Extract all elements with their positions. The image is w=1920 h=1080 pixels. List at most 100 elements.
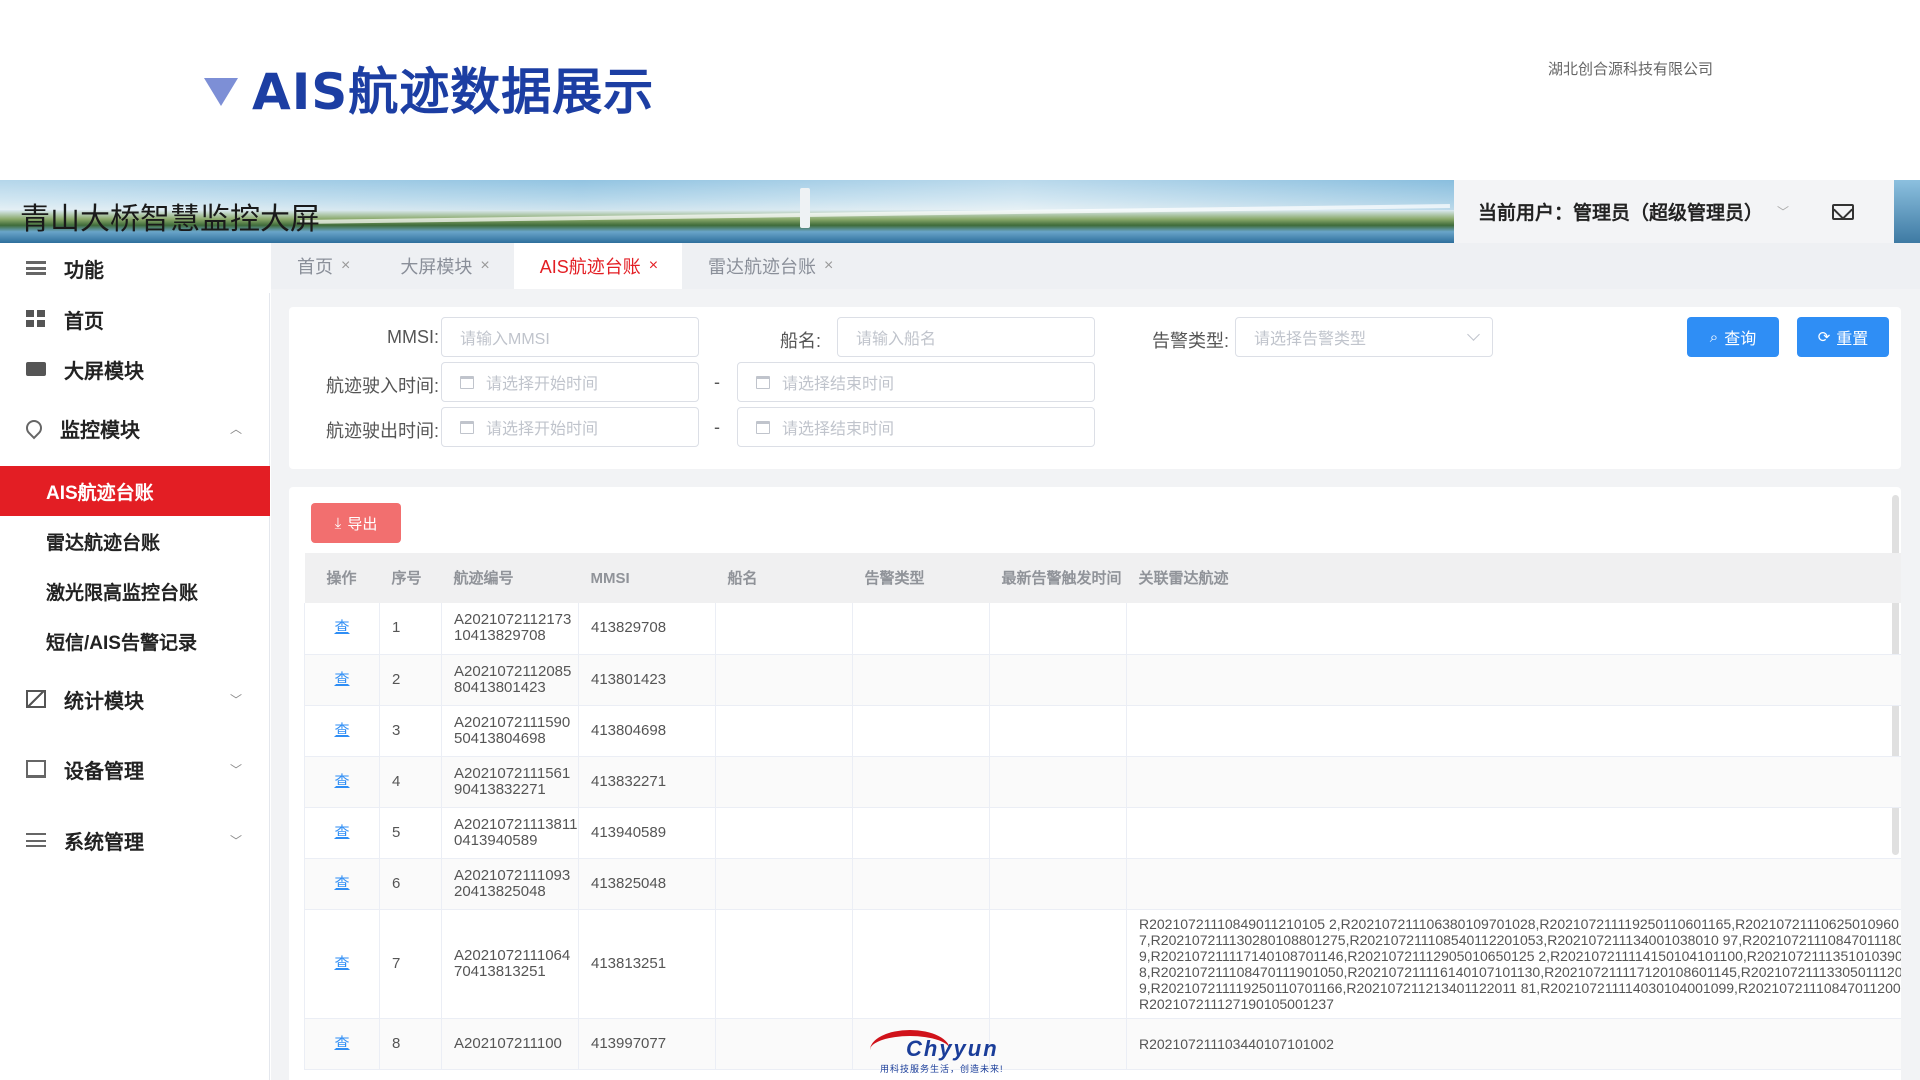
sidebar-item-functions[interactable]: 功能: [0, 243, 270, 293]
alarm-type-cell: [852, 807, 990, 859]
filter-panel: MMSI: 请输入MMSI 船名: 请输入船名 告警类型: 请选择告警类型 ⌕ 查…: [289, 307, 1901, 469]
mail-icon[interactable]: [1832, 204, 1854, 220]
table-panel: ⤓ 导出 操作 序号 航迹编号 MMSI 船名 告警类型 最新告警触发时间 关联…: [289, 487, 1901, 1080]
ship-name-input[interactable]: 请输入船名: [837, 317, 1095, 357]
ship-name-cell: [715, 756, 853, 808]
seq-cell: 5: [379, 807, 442, 859]
sidebar-item-ais-ledger[interactable]: AIS航迹台账: [0, 466, 270, 516]
reset-button[interactable]: ⟳ 重置: [1797, 317, 1889, 357]
seq-cell: 1: [379, 603, 442, 655]
sidebar-item-devices[interactable]: 设备管理 ﹀: [0, 744, 270, 794]
ship-name-cell: [715, 858, 853, 910]
alarm-time-cell: [989, 858, 1127, 910]
column-header: MMSI: [578, 553, 716, 603]
refresh-icon: ⟳: [1817, 329, 1831, 346]
mmsi-cell: 413804698: [578, 705, 716, 757]
ship-name-cell: [715, 705, 853, 757]
mmsi-label: MMSI:: [387, 327, 439, 347]
view-link[interactable]: 查: [334, 824, 349, 841]
monitor-icon: [26, 362, 46, 376]
alarm-type-cell: [852, 858, 990, 910]
location-icon: [22, 416, 46, 440]
alarm-time-cell: [989, 807, 1127, 859]
mmsi-cell: 413940589: [578, 807, 716, 859]
sidebar-item-big-screen[interactable]: 大屏模块: [0, 344, 270, 394]
track-id-cell: A202107211100: [441, 1018, 579, 1070]
in-time-label: 航迹驶入时间:: [325, 376, 439, 396]
tab-big-screen[interactable]: 大屏模块 ×: [374, 243, 513, 289]
track-id-cell: A202107211156190413832271: [441, 756, 579, 808]
chevron-up-icon: ︿: [229, 421, 242, 436]
tab-bar: 首页 × 大屏模块 × AIS航迹台账 × 雷达航迹台账 ×: [271, 243, 1920, 289]
export-button[interactable]: ⤓ 导出: [311, 503, 401, 543]
menu-icon: [26, 261, 46, 275]
seq-cell: 2: [379, 654, 442, 706]
out-time-end-input[interactable]: 请选择结束时间: [737, 407, 1095, 447]
sidebar-item-monitoring[interactable]: 监控模块 ︿: [0, 403, 270, 453]
alarm-time-cell: [989, 909, 1127, 1019]
logo-brand: Chyyun: [906, 1036, 999, 1061]
alarm-type-select[interactable]: 请选择告警类型: [1235, 317, 1493, 357]
column-header: 操作: [304, 553, 380, 603]
view-link[interactable]: 查: [334, 773, 349, 790]
out-time-start-input[interactable]: 请选择开始时间: [441, 407, 699, 447]
seq-cell: 6: [379, 858, 442, 910]
sidebar-item-home[interactable]: 首页: [0, 294, 270, 344]
header-banner: 青山大桥智慧监控大屏: [0, 180, 1454, 243]
radar-track-cell: [1126, 603, 1901, 655]
sidebar-item-radar-ledger[interactable]: 雷达航迹台账: [0, 516, 270, 566]
sidebar-item-statistics[interactable]: 统计模块 ﹀: [0, 674, 270, 724]
tab-radar-ledger[interactable]: 雷达航迹台账 ×: [682, 243, 857, 289]
alarm-type-label: 告警类型:: [1151, 331, 1229, 351]
current-user[interactable]: 当前用户：管理员（超级管理员）: [1478, 198, 1763, 225]
close-icon[interactable]: ×: [480, 257, 489, 275]
user-bar: 当前用户：管理员（超级管理员） ﹀: [1454, 180, 1894, 243]
radar-track-cell: [1126, 705, 1901, 757]
ship-name-cell: [715, 807, 853, 859]
query-button[interactable]: ⌕ 查询: [1687, 317, 1779, 357]
alarm-type-cell: [852, 654, 990, 706]
column-header: 最新告警触发时间: [989, 553, 1127, 603]
sidebar-item-system[interactable]: 系统管理 ﹀: [0, 815, 270, 865]
tab-ais-ledger[interactable]: AIS航迹台账 ×: [513, 243, 683, 289]
chevron-down-icon: [1467, 328, 1480, 341]
alarm-time-cell: [989, 603, 1127, 655]
mmsi-input[interactable]: 请输入MMSI: [441, 317, 699, 357]
sidebar-item-sms-alarm[interactable]: 短信/AIS告警记录: [0, 616, 270, 666]
tab-home[interactable]: 首页 ×: [271, 243, 374, 289]
calendar-icon: [460, 420, 474, 434]
radar-track-cell: R20210721110849011210105 2,R202107211106…: [1126, 909, 1901, 1019]
track-id-cell: A202107211109320413825048: [441, 858, 579, 910]
mmsi-cell: 413829708: [578, 603, 716, 655]
view-link[interactable]: 查: [334, 671, 349, 688]
table-row: 查 1 A202107211217310413829708 413829708: [304, 603, 1901, 655]
view-link[interactable]: 查: [334, 619, 349, 636]
column-header: 告警类型: [852, 553, 990, 603]
view-link[interactable]: 查: [334, 722, 349, 739]
seq-cell: 3: [379, 705, 442, 757]
seq-cell: 7: [379, 909, 442, 1019]
download-icon: ⤓: [334, 514, 342, 532]
view-link[interactable]: 查: [334, 955, 349, 972]
mmsi-cell: 413825048: [578, 858, 716, 910]
mmsi-cell: 413832271: [578, 756, 716, 808]
calendar-icon: [460, 375, 474, 389]
close-icon[interactable]: ×: [341, 257, 350, 275]
close-icon[interactable]: ×: [824, 257, 833, 275]
out-time-label: 航迹驶出时间:: [325, 421, 439, 441]
view-link[interactable]: 查: [334, 875, 349, 892]
table-row: 查 3 A202107211159050413804698 413804698: [304, 705, 1901, 757]
alarm-type-cell: [852, 603, 990, 655]
calendar-icon: [756, 375, 770, 389]
alarm-type-cell: [852, 705, 990, 757]
table-row: 查 4 A202107211156190413832271 413832271: [304, 756, 1901, 808]
chevron-down-icon: ﹀: [229, 833, 242, 848]
in-time-start-input[interactable]: 请选择开始时间: [441, 362, 699, 402]
chevron-down-icon[interactable]: ﹀: [1777, 203, 1789, 220]
sidebar-item-laser-ledger[interactable]: 激光限高监控台账: [0, 566, 270, 616]
close-icon[interactable]: ×: [649, 257, 658, 275]
app-title: 青山大桥智慧监控大屏: [20, 202, 320, 237]
view-link[interactable]: 查: [334, 1035, 349, 1052]
in-time-end-input[interactable]: 请选择结束时间: [737, 362, 1095, 402]
ship-name-cell: [715, 654, 853, 706]
